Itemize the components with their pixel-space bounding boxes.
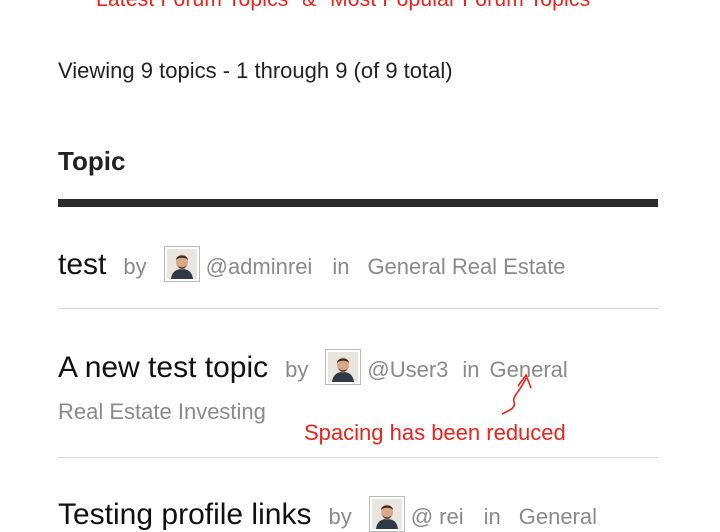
topic-column-header: Topic <box>58 146 126 176</box>
topic-title-link[interactable]: test <box>58 248 106 282</box>
author-link[interactable]: @User3 <box>367 357 448 383</box>
topic-title-link[interactable]: Testing profile links <box>58 498 311 532</box>
by-label: by <box>123 254 147 279</box>
topic-row: Testing profile links by @ rei in Genera… <box>58 488 658 532</box>
in-label: in <box>483 504 501 529</box>
in-label: in <box>332 254 350 279</box>
by-label: by <box>285 357 309 382</box>
annotation-arrow-icon <box>501 373 532 415</box>
topic-row: A new test topic by @User3 in General Re… <box>58 341 658 425</box>
annotation-spacing-note: Spacing has been reduced <box>304 420 566 445</box>
row-divider <box>58 308 658 309</box>
avatar-icon[interactable] <box>368 496 405 532</box>
topic-row: test by @adminrei in General Real Estate <box>58 238 658 282</box>
author-link[interactable]: @ rei <box>411 504 464 530</box>
topics-count-text: Viewing 9 topics - 1 through 9 (of 9 tot… <box>58 58 453 83</box>
in-label: in <box>462 357 480 382</box>
annotation-top-text: Latest Forum Topics" & "Most Popular For… <box>96 0 590 12</box>
by-label: by <box>328 504 352 529</box>
forum-link[interactable]: General <box>519 504 597 530</box>
author-link[interactable]: @adminrei <box>206 254 313 280</box>
avatar-icon[interactable] <box>163 246 200 282</box>
header-divider <box>58 199 658 207</box>
topic-title-link[interactable]: A new test topic <box>58 351 268 385</box>
forum-link[interactable]: General Real Estate <box>367 254 565 280</box>
avatar-icon[interactable] <box>325 349 362 385</box>
row-divider <box>58 457 658 458</box>
